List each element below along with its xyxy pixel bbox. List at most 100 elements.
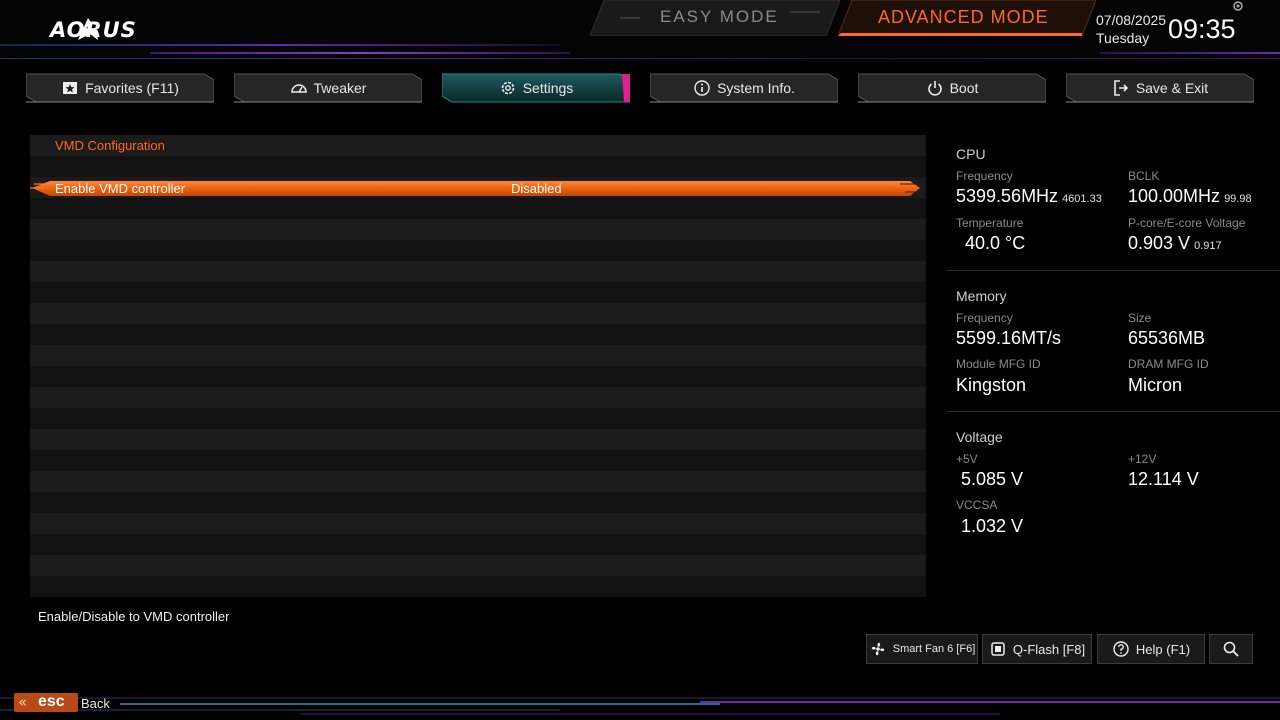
memory-heading: Memory <box>956 288 1007 304</box>
module-mfg-value: Kingston <box>956 375 1027 395</box>
header-streak <box>150 52 570 54</box>
dram-mfg-value: Micron <box>1128 375 1183 395</box>
search-icon <box>1223 641 1239 657</box>
tab-label: Settings <box>522 80 574 96</box>
cpu-heading: CPU <box>956 146 986 162</box>
brand-logo-text: AORUS <box>50 18 137 42</box>
memory-frequency-label: Frequency <box>956 311 1013 325</box>
list-row <box>30 345 926 366</box>
list-row <box>30 387 926 408</box>
double-chevron-left-icon: « <box>18 693 28 711</box>
tab-label: System Info. <box>717 80 795 96</box>
tab-save-exit[interactable]: Save & Exit <box>1066 72 1254 104</box>
cpu-frequency-value: 5399.56MHz 4601.33 <box>956 186 1102 207</box>
list-row <box>30 534 926 555</box>
info-icon <box>694 80 710 96</box>
list-row <box>30 324 926 345</box>
setting-value-disabled[interactable]: Disabled <box>511 181 562 196</box>
tab-favorites[interactable]: Favorites (F11) <box>26 72 214 104</box>
back-label[interactable]: Back <box>81 696 110 711</box>
vccsa-value: 1.032 V <box>961 516 1024 536</box>
tab-settings[interactable]: Settings <box>442 72 630 104</box>
q-flash-label: Q-Flash [F8] <box>1012 641 1086 657</box>
list-row <box>30 429 926 450</box>
time-display: 09:35 <box>1168 14 1236 44</box>
cpu-frequency-main: 5399.56MHz <box>956 186 1059 206</box>
info-divider <box>946 270 1280 271</box>
list-row <box>30 366 926 387</box>
vccsa-label: VCCSA <box>956 498 998 512</box>
search-button[interactable] <box>1209 634 1253 664</box>
help-button[interactable]: Help (F1) <box>1097 634 1205 664</box>
setting-enable-vmd-controller[interactable]: Enable VMD controller <box>55 181 185 196</box>
v12-label: +12V <box>1128 452 1157 466</box>
q-flash-button[interactable]: Q-Flash [F8] <box>982 634 1092 664</box>
cpu-temperature-value: 40.0 °C <box>965 233 1026 253</box>
exit-icon <box>1114 80 1128 96</box>
core-voltage-value: 0.903 V 0.917 <box>1128 233 1222 254</box>
tab-label: Boot <box>949 80 979 96</box>
list-row <box>30 219 926 240</box>
speedometer-icon <box>290 84 307 93</box>
bclk-value: 100.00MHz 99.98 <box>1128 186 1252 207</box>
cpu-frequency-sub: 4601.33 <box>1062 193 1102 205</box>
header-streak <box>0 58 1280 59</box>
header-streak <box>1100 52 1280 54</box>
list-row <box>30 408 926 429</box>
v5-label: +5V <box>956 452 978 466</box>
fan-icon <box>871 642 885 656</box>
bclk-label: BCLK <box>1128 169 1160 183</box>
memory-size-label: Size <box>1128 311 1152 325</box>
info-divider <box>946 411 1280 412</box>
list-row <box>30 240 926 261</box>
tab-label: Save & Exit <box>1135 80 1209 96</box>
esc-label: esc <box>38 693 65 710</box>
settings-gear-icon[interactable] <box>1232 0 1244 12</box>
v5-value: 5.085 V <box>961 469 1024 489</box>
memory-frequency-value: 5599.16MT/s <box>956 328 1062 348</box>
tab-label: Favorites (F11) <box>85 80 179 96</box>
voltage-heading: Voltage <box>956 429 1003 445</box>
list-row <box>30 303 926 324</box>
tab-label: Tweaker <box>313 80 367 96</box>
core-voltage-sub: 0.917 <box>1194 240 1222 252</box>
module-mfg-label: Module MFG ID <box>956 357 1041 371</box>
cpu-temperature-label: Temperature <box>956 216 1024 230</box>
bclk-main: 100.00MHz <box>1128 186 1221 206</box>
bclk-sub: 99.98 <box>1224 193 1252 205</box>
gear-icon <box>501 81 515 95</box>
date-display: 07/08/2025 <box>1096 12 1167 28</box>
chip-icon <box>991 642 1005 656</box>
help-label: Help (F1) <box>1135 641 1191 657</box>
smart-fan-button[interactable]: Smart Fan 6 [F6] <box>866 634 978 664</box>
list-row <box>30 513 926 534</box>
header-streak <box>0 44 560 46</box>
tab-tweaker[interactable]: Tweaker <box>234 72 422 104</box>
footer-decoration <box>0 697 1280 715</box>
core-voltage-label: P-core/E-core Voltage <box>1128 216 1246 230</box>
tab-boot[interactable]: Boot <box>858 72 1046 104</box>
list-row <box>30 450 926 471</box>
help-icon <box>1113 641 1129 657</box>
star-icon <box>63 82 78 94</box>
advanced-mode-button[interactable]: ADVANCED MODE <box>878 7 1049 28</box>
list-row <box>30 492 926 513</box>
list-row <box>30 261 926 282</box>
list-row <box>30 576 926 597</box>
cpu-frequency-label: Frequency <box>956 169 1013 183</box>
power-icon <box>927 81 942 96</box>
v12-value: 12.114 V <box>1128 469 1199 489</box>
tab-system-info[interactable]: System Info. <box>650 72 838 104</box>
list-row <box>30 282 926 303</box>
list-row <box>30 471 926 492</box>
memory-size-value: 65536MB <box>1128 328 1206 348</box>
easy-mode-button[interactable]: EASY MODE <box>660 7 779 27</box>
list-row <box>30 555 926 576</box>
list-row <box>30 156 926 177</box>
dram-mfg-label: DRAM MFG ID <box>1128 357 1209 371</box>
day-display: Tuesday <box>1096 30 1150 46</box>
help-description: Enable/Disable to VMD controller <box>38 609 230 624</box>
list-row <box>30 198 926 219</box>
section-title: VMD Configuration <box>55 138 165 153</box>
smart-fan-label: Smart Fan 6 [F6] <box>892 643 976 655</box>
